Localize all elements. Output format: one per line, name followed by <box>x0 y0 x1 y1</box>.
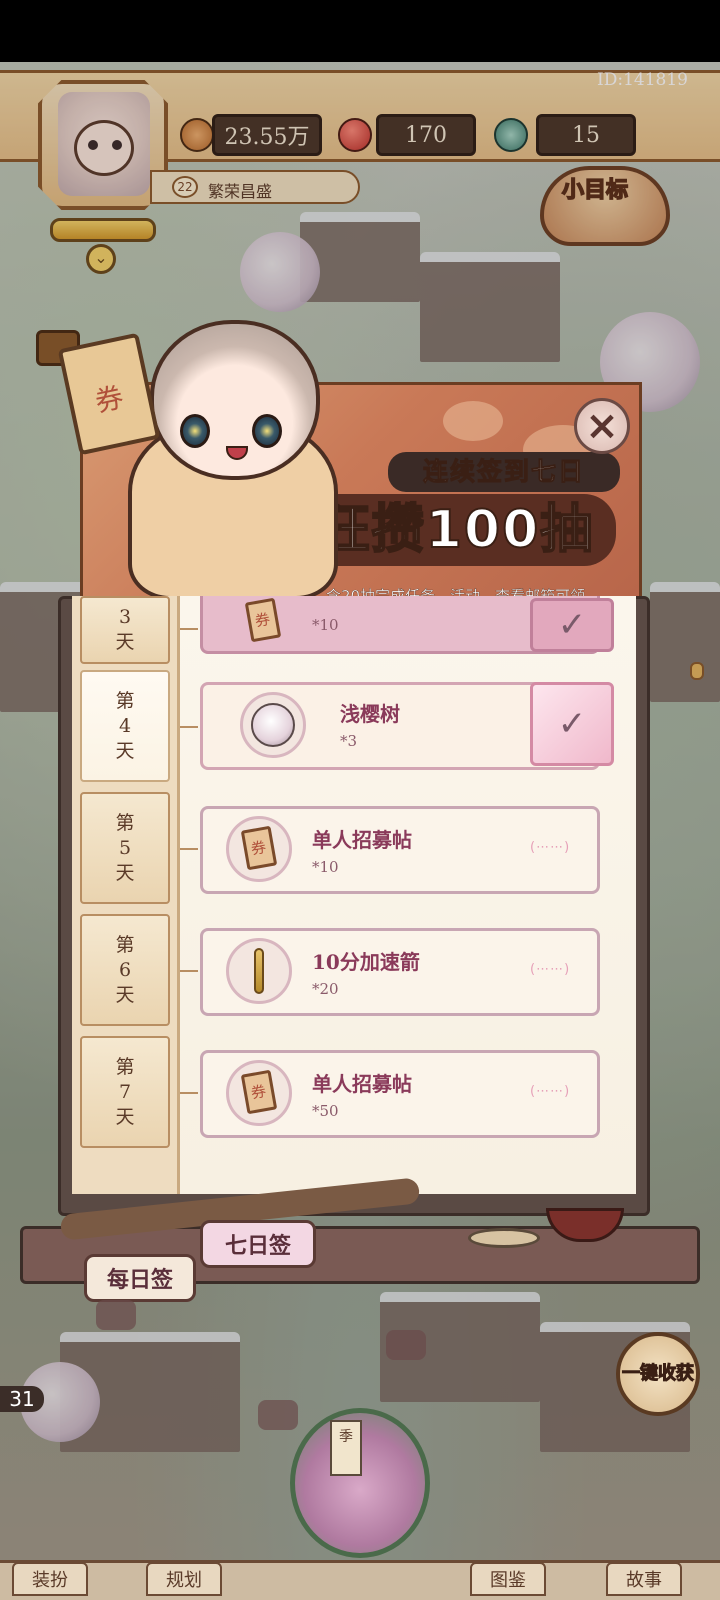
nav-planning[interactable]: 规划 <box>146 1562 222 1596</box>
lock-icon[interactable] <box>96 1300 136 1330</box>
mascot-eye <box>180 414 210 448</box>
tab-daily-sign-in[interactable]: 每日签 <box>84 1254 196 1302</box>
day-tab-4[interactable]: 第 4 天 <box>80 670 170 782</box>
claimed-check: ✓ <box>530 598 614 652</box>
locked-indicator: (⋯⋯) <box>530 1084 571 1099</box>
plate-decoration <box>468 1228 540 1248</box>
day-number: 7 <box>118 1080 132 1103</box>
harvest-all-button[interactable]: 一键收获 <box>616 1332 700 1416</box>
close-icon: × <box>585 403 619 449</box>
season-tag: 季 <box>330 1420 362 1476</box>
day-prefix: 第 <box>115 1055 135 1078</box>
lock-icon[interactable] <box>258 1400 298 1430</box>
check-icon: ✓ <box>557 605 587 645</box>
day-tab-5[interactable]: 第 5 天 <box>80 792 170 904</box>
reward-name: 单人招募帖 <box>312 1072 412 1096</box>
mascot-eye <box>252 414 282 448</box>
tab-seven-day-sign-in[interactable]: 七日签 <box>200 1220 316 1268</box>
day-prefix: 第 <box>115 933 135 956</box>
reward-qty: *3 <box>340 732 358 750</box>
nav-collection[interactable]: 图鉴 <box>470 1562 546 1596</box>
reward-qty: *50 <box>312 1102 339 1120</box>
reward-name: 10分加速箭 <box>312 950 420 974</box>
banner-title: 狂攒100抽 <box>296 494 616 566</box>
gold-ingot-icon <box>443 401 503 441</box>
day-suffix: 天 <box>115 739 135 762</box>
connector-line <box>180 848 198 850</box>
reward-qty: *10 <box>312 858 339 876</box>
claimed-check[interactable]: ✓ <box>530 682 614 766</box>
close-button[interactable]: × <box>574 398 630 454</box>
reward-name: 单人招募帖 <box>312 828 412 852</box>
day-prefix: 第 <box>115 811 135 834</box>
side-counter[interactable]: 31 <box>0 1386 44 1412</box>
banner-subtitle: 连续签到七日 <box>388 452 620 492</box>
status-bar <box>0 0 720 62</box>
day-suffix: 天 <box>115 861 135 884</box>
day-suffix: 天 <box>115 631 135 653</box>
day-number: 3 <box>118 606 132 628</box>
day-number: 4 <box>118 714 132 737</box>
check-icon: ✓ <box>557 704 587 744</box>
connector-line <box>180 1092 198 1094</box>
lock-icon[interactable] <box>386 1330 426 1360</box>
day-tab-6[interactable]: 第 6 天 <box>80 914 170 1026</box>
reward-qty: *20 <box>312 980 339 998</box>
nav-story[interactable]: 故事 <box>606 1562 682 1596</box>
day-number: 6 <box>118 958 132 981</box>
day-prefix: 第 <box>115 689 135 712</box>
nav-dress-up[interactable]: 装扮 <box>12 1562 88 1596</box>
day-tab-3[interactable]: 3 天 <box>80 596 170 664</box>
sakura-tree-icon <box>251 703 295 747</box>
locked-indicator: (⋯⋯) <box>530 840 571 855</box>
connector-line <box>180 970 198 972</box>
speed-arrow-icon <box>254 948 264 994</box>
day-suffix: 天 <box>115 1105 135 1128</box>
day-tab-7[interactable]: 第 7 天 <box>80 1036 170 1148</box>
connector-line <box>180 628 198 630</box>
day-suffix: 天 <box>115 983 135 1006</box>
locked-indicator: (⋯⋯) <box>530 962 571 977</box>
reward-name: 浅樱树 <box>340 702 400 726</box>
reward-qty: *10 <box>312 616 339 634</box>
connector-line <box>180 726 198 728</box>
day-number: 5 <box>118 836 132 859</box>
